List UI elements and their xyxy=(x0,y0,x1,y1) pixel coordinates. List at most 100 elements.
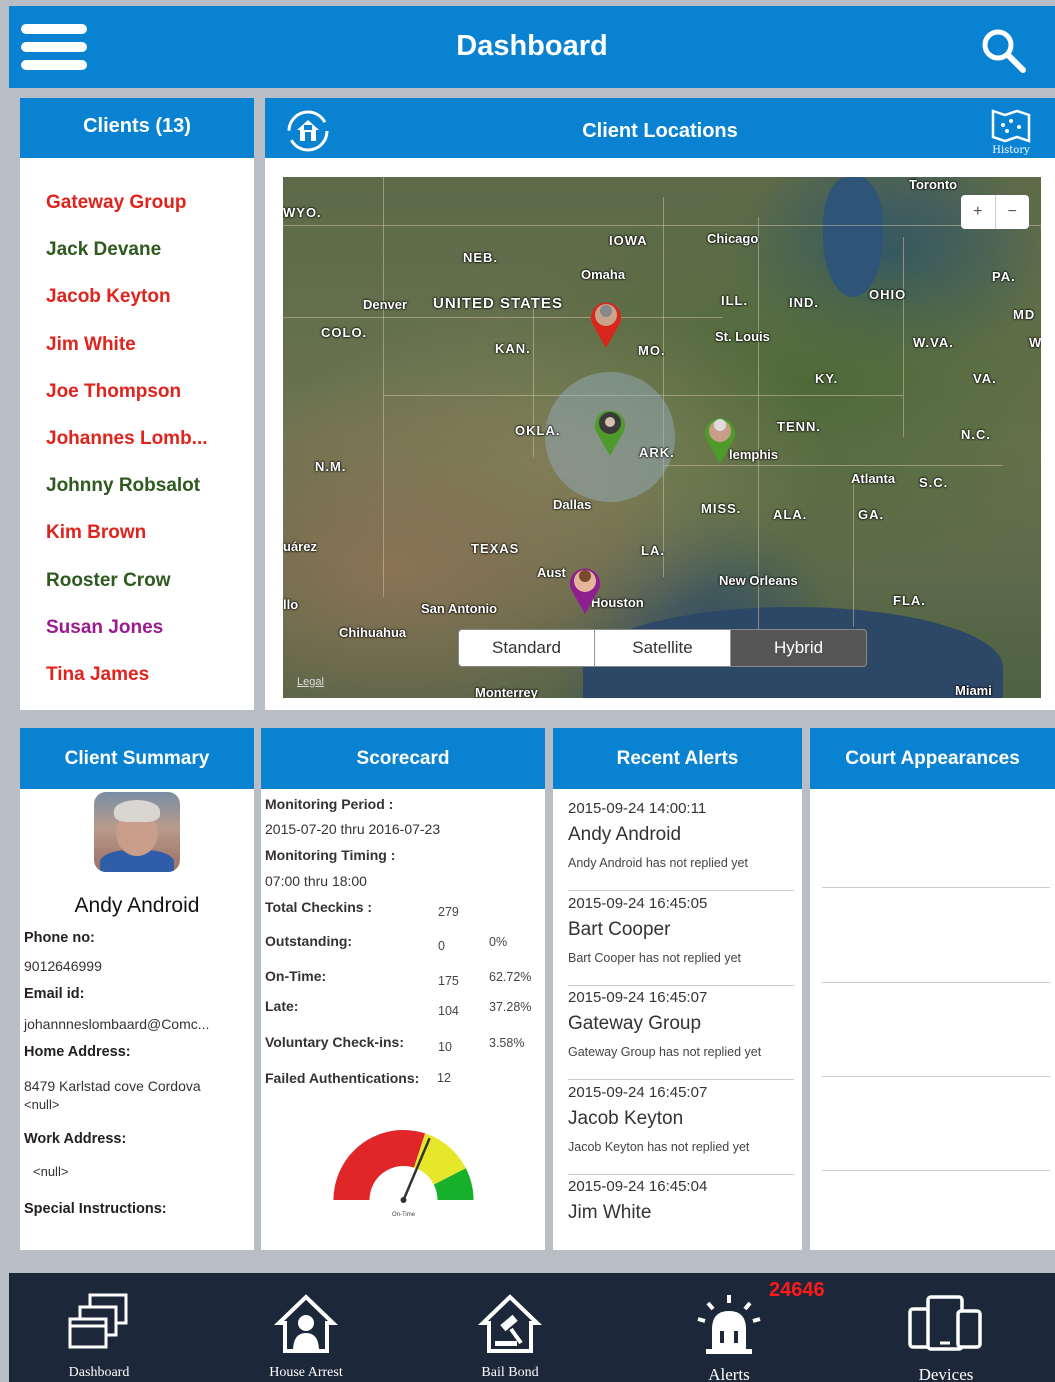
email-value[interactable]: johannneslombaard@Comc... xyxy=(24,1016,209,1032)
top-bar: Dashboard xyxy=(9,6,1055,88)
score-label: Late: xyxy=(265,998,299,1014)
map-label: OKLA. xyxy=(515,423,561,438)
map-label: WYO. xyxy=(283,205,322,220)
client-location-pin[interactable] xyxy=(588,297,624,349)
client-locations-panel: Client Locations History WYO. Toronto Ch… xyxy=(265,98,1055,710)
clients-header: Clients (13) xyxy=(20,98,254,158)
monitoring-timing-label: Monitoring Timing : xyxy=(265,847,396,863)
tab-label: Alerts xyxy=(708,1365,750,1382)
tab-bar: Dashboard House Arrest Bail Bond Alerts … xyxy=(9,1273,1055,1382)
gauge-label: On-Time xyxy=(392,1212,416,1218)
divider xyxy=(822,982,1050,983)
client-list-item[interactable]: Tina James xyxy=(46,664,208,711)
map-label: COLO. xyxy=(321,325,368,340)
client-location-pin[interactable] xyxy=(567,563,603,615)
alert-item[interactable]: 2015-09-24 16:45:07 Jacob Keyton Jacob Key… xyxy=(568,1084,794,1154)
tab-devices[interactable]: Devices xyxy=(866,1291,1026,1382)
client-list-item[interactable]: Joe Thompson xyxy=(46,381,208,428)
house-person-icon xyxy=(274,1294,338,1353)
score-count: 12 xyxy=(437,1071,451,1085)
map-label: GA. xyxy=(858,507,885,522)
alert-timestamp: 2015-09-24 16:45:05 xyxy=(568,895,708,912)
tab-alerts[interactable]: Alerts xyxy=(649,1291,809,1382)
score-count: 10 xyxy=(438,1040,452,1054)
scorecard-header: Scorecard xyxy=(261,728,545,789)
map-type-hybrid[interactable]: Hybrid xyxy=(730,630,866,666)
map-view[interactable]: WYO. Toronto Chicago IOWA NEB. Omaha PA.… xyxy=(283,177,1041,698)
alert-message: Jacob Keyton has not replied yet xyxy=(568,1140,750,1154)
map-label: ARK. xyxy=(639,445,675,460)
client-list-item[interactable]: Jim White xyxy=(46,334,208,381)
map-label: VA. xyxy=(973,371,997,386)
client-list-item[interactable]: Jacob Keyton xyxy=(46,286,208,333)
alert-client-name: Andy Android xyxy=(568,824,682,845)
tab-house-arrest[interactable]: House Arrest xyxy=(226,1291,386,1381)
zoom-out-button[interactable]: − xyxy=(996,195,1030,229)
windows-icon xyxy=(68,1293,128,1349)
recent-alerts-header: Recent Alerts xyxy=(553,728,802,789)
legal-link[interactable]: Legal xyxy=(297,676,324,688)
client-summary-header: Client Summary xyxy=(20,728,254,789)
score-label: Outstanding: xyxy=(265,933,353,949)
client-list-item[interactable]: Jack Devane xyxy=(46,239,208,286)
score-label: Failed Authentications: xyxy=(265,1070,420,1086)
divider xyxy=(568,1079,794,1080)
map-label: ILL. xyxy=(721,293,749,308)
map-label: Chihuahua xyxy=(339,625,407,640)
client-location-pin[interactable] xyxy=(702,413,738,465)
zoom-in-button[interactable]: + xyxy=(961,195,996,229)
client-list: Gateway Group Jack Devane Jacob Keyton Jim … xyxy=(46,192,208,711)
map-icon xyxy=(991,109,1031,143)
client-list-item[interactable]: Rooster Crow xyxy=(46,570,208,617)
history-button[interactable]: History xyxy=(985,106,1037,156)
map-label: MD xyxy=(1013,307,1036,322)
alert-item[interactable]: 2015-09-24 16:45:07 Gateway Group Gateway … xyxy=(568,989,794,1059)
monitoring-period-label: Monitoring Period : xyxy=(265,796,394,812)
map-label: Miami xyxy=(955,683,992,698)
recent-alerts-panel: Recent Alerts 2015-09-24 14:00:11 Andy An… xyxy=(553,728,802,1250)
map-label: PA. xyxy=(992,269,1016,284)
home-refresh-icon[interactable] xyxy=(283,106,333,156)
divider xyxy=(568,1174,794,1175)
map-label: MO. xyxy=(638,343,666,358)
map-label: Dallas xyxy=(553,497,592,512)
tab-dashboard[interactable]: Dashboard xyxy=(19,1291,179,1381)
house-gavel-icon xyxy=(478,1294,542,1353)
divider xyxy=(568,890,794,891)
border-line xyxy=(283,317,723,318)
tab-bail-bond[interactable]: Bail Bond xyxy=(430,1291,590,1381)
score-label: On-Time: xyxy=(265,968,327,984)
search-icon[interactable] xyxy=(979,26,1027,74)
alert-timestamp: 2015-09-24 16:45:07 xyxy=(568,1084,708,1101)
monitoring-period-value: 2015-07-20 thru 2016-07-23 xyxy=(265,821,441,837)
client-list-item[interactable]: Johnny Robsalot xyxy=(46,475,208,522)
map-type-satellite[interactable]: Satellite xyxy=(594,630,730,666)
client-locations-title: Client Locations xyxy=(582,120,738,142)
score-count: 104 xyxy=(438,1004,459,1018)
client-list-item[interactable]: Kim Brown xyxy=(46,522,208,569)
client-list-item[interactable]: Johannes Lomb... xyxy=(46,428,208,475)
alert-message: Andy Android has not replied yet xyxy=(568,856,748,870)
alert-item[interactable]: 2015-09-24 16:45:04 Jim White xyxy=(568,1178,794,1234)
alert-client-name: Gateway Group xyxy=(568,1013,702,1034)
map-label: MISS. xyxy=(701,501,742,516)
map-label: LA. xyxy=(641,543,665,558)
map-label: N.C. xyxy=(961,427,991,442)
client-location-pin[interactable] xyxy=(592,405,628,457)
divider xyxy=(568,985,794,986)
map-type-standard[interactable]: Standard xyxy=(459,630,594,666)
client-list-item[interactable]: Susan Jones xyxy=(46,617,208,664)
map-label: Chicago xyxy=(707,231,759,246)
phone-value[interactable]: 9012646999 xyxy=(24,958,102,974)
client-list-item[interactable]: Gateway Group xyxy=(46,192,208,239)
alert-item[interactable]: 2015-09-24 16:45:05 Bart Cooper Bart Coope… xyxy=(568,895,794,965)
border-line xyxy=(853,477,854,627)
alert-item[interactable]: 2015-09-24 14:00:11 Andy Android Andy Andr… xyxy=(568,800,794,870)
history-label: History xyxy=(992,145,1030,156)
court-appearances-header: Court Appearances xyxy=(810,728,1055,789)
border-line xyxy=(283,225,1041,226)
map-label: OHIO xyxy=(869,287,907,302)
alert-client-name: Jacob Keyton xyxy=(568,1108,684,1129)
map-label: Omaha xyxy=(581,267,626,282)
lake-michigan xyxy=(823,177,883,297)
